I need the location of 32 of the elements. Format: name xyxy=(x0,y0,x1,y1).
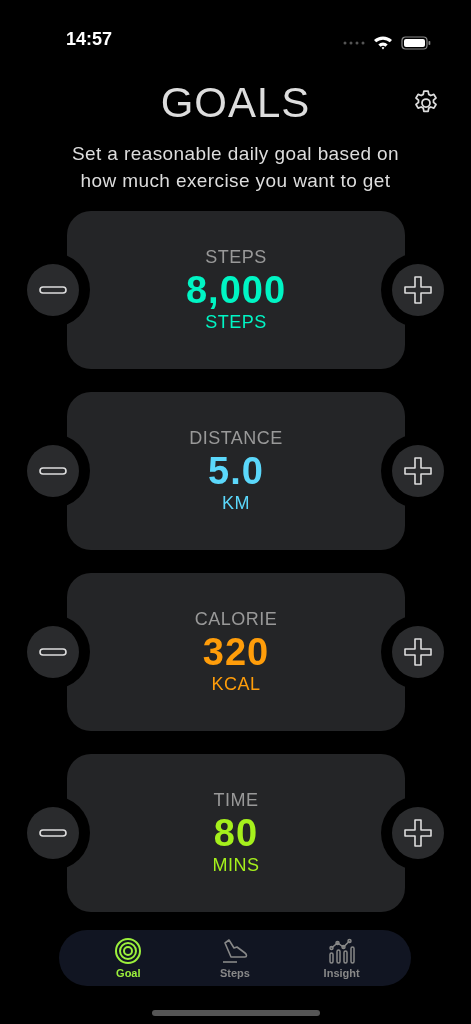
tab[interactable]: Insight xyxy=(301,930,382,986)
wifi-icon xyxy=(373,35,393,50)
goal-value: 320 xyxy=(202,630,270,674)
shoe-icon xyxy=(221,937,249,965)
goal-unit: KCAL xyxy=(211,674,261,695)
tab[interactable]: Goal xyxy=(88,930,169,986)
goal-value: 80 xyxy=(213,811,259,855)
minus-icon xyxy=(39,467,67,475)
status-time: 14:57 xyxy=(66,29,113,50)
goal-unit: MINS xyxy=(212,855,260,876)
minus-icon xyxy=(39,648,67,656)
goal-label: CALORIE xyxy=(194,609,278,630)
goal-unit: STEPS xyxy=(205,312,267,333)
goal-label: STEPS xyxy=(205,247,267,268)
plus-icon xyxy=(403,818,433,848)
goal-value: 5.0 xyxy=(208,449,264,493)
plus-icon xyxy=(403,456,433,486)
signal-icon xyxy=(343,40,365,45)
goal-unit: KM xyxy=(222,493,250,514)
goal-value: 8,000 xyxy=(185,268,287,312)
chart-icon xyxy=(327,937,356,965)
subtitle: Set a reasonable daily goal based on how much exercise you want to get xyxy=(70,142,401,193)
goal-label: TIME xyxy=(213,790,259,811)
goal-label: DISTANCE xyxy=(189,428,283,449)
tab[interactable]: Steps xyxy=(195,930,275,986)
target-icon xyxy=(114,937,143,965)
plus-icon xyxy=(403,275,433,305)
minus-icon xyxy=(39,829,67,837)
battery-icon xyxy=(401,35,431,50)
minus-icon xyxy=(39,286,67,294)
page-title: GOALS xyxy=(160,78,311,128)
plus-icon xyxy=(403,637,433,667)
